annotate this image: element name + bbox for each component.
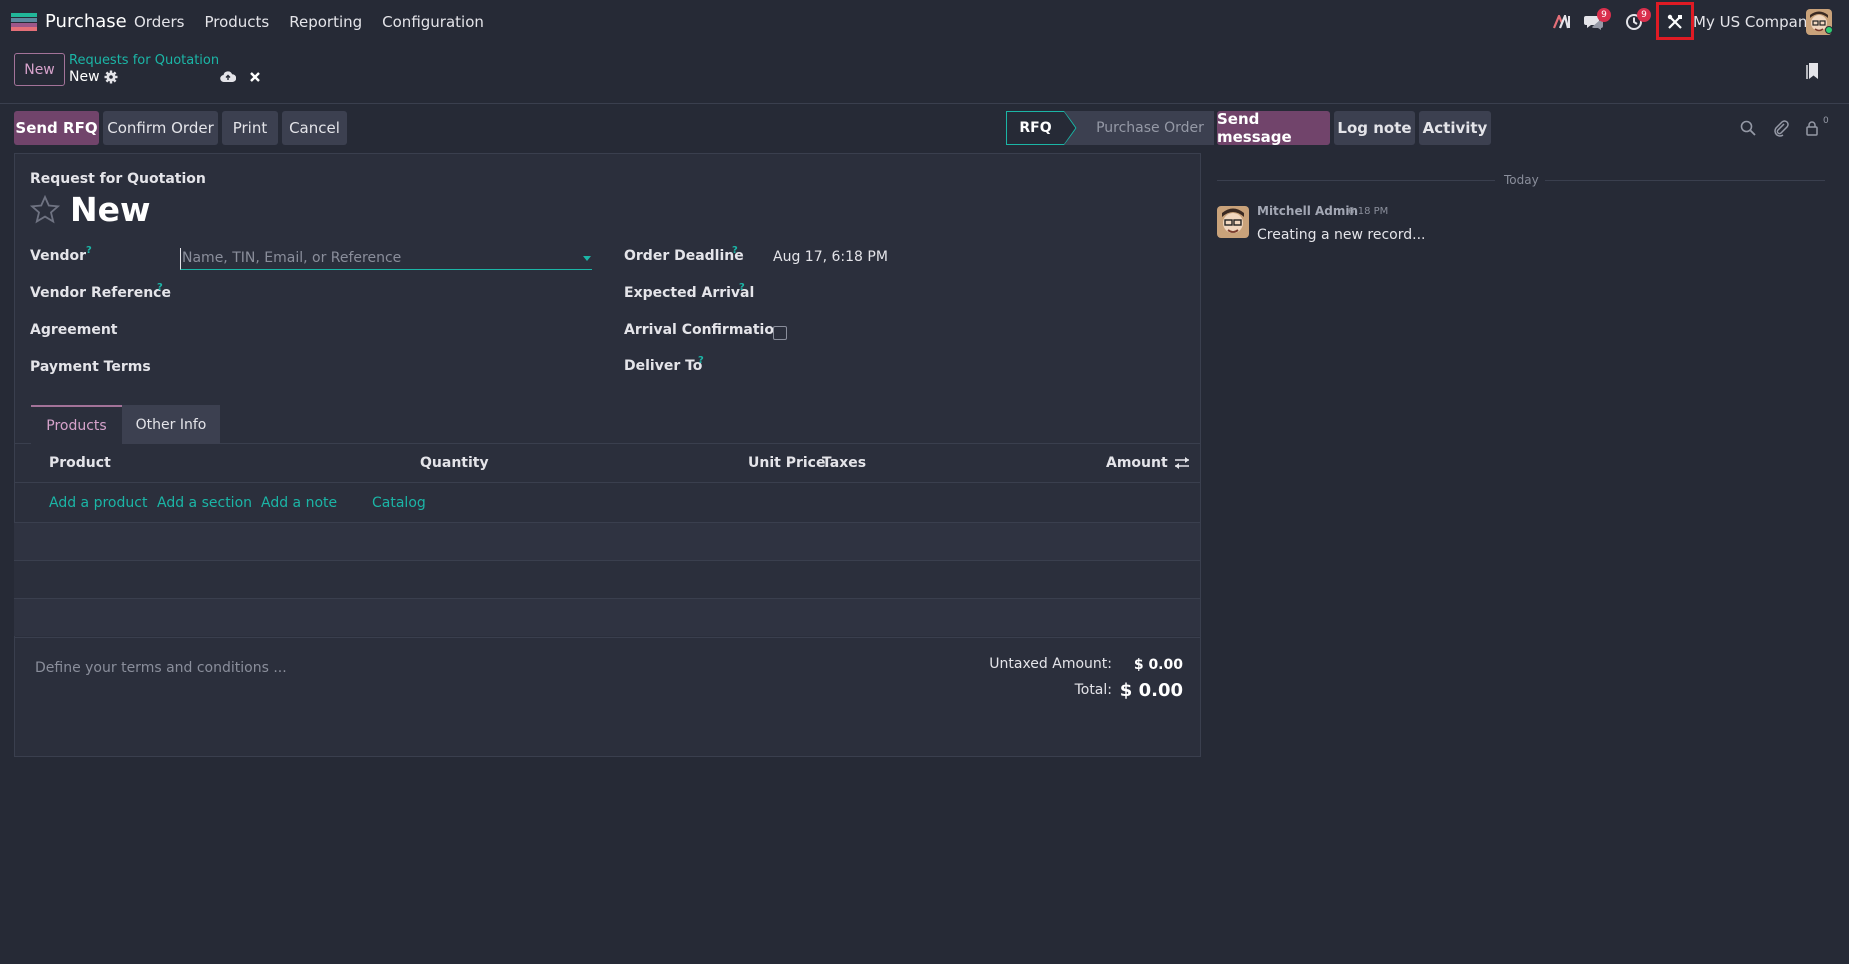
online-status-dot [1825, 26, 1833, 34]
confirm-order-button[interactable]: Confirm Order [103, 111, 218, 145]
table-row-divider [14, 637, 1200, 638]
activity-clock-icon[interactable]: 9 [1623, 8, 1651, 33]
star-priority-icon[interactable] [30, 195, 60, 225]
save-cloud-icon[interactable] [220, 70, 236, 84]
purchase-app-icon[interactable] [11, 13, 37, 31]
gear-icon[interactable] [104, 70, 118, 84]
catalog-link[interactable]: Catalog [372, 495, 426, 511]
order-deadline-label: Order Deadline [624, 248, 744, 264]
optional-columns-icon[interactable] [1174, 456, 1190, 470]
company-switcher[interactable]: My US Company [1693, 13, 1816, 31]
form-subtitle: Request for Quotation [30, 171, 206, 187]
total-label: Total: [1074, 682, 1112, 698]
arrival-confirmation-checkbox[interactable] [773, 326, 787, 340]
vendor-help-icon[interactable]: ? [86, 245, 92, 256]
agreement-label: Agreement [30, 322, 118, 338]
log-note-button[interactable]: Log note [1334, 111, 1415, 145]
tab-products[interactable]: Products [31, 405, 122, 444]
new-record-button[interactable]: New [14, 53, 65, 86]
cancel-button[interactable]: Cancel [282, 111, 347, 145]
column-quantity[interactable]: Quantity [420, 455, 489, 471]
activity-button[interactable]: Activity [1419, 111, 1491, 145]
table-row [14, 561, 1200, 598]
discuss-badge: 9 [1597, 8, 1611, 22]
date-separator-line [1217, 180, 1495, 181]
table-row [14, 523, 1200, 560]
untaxed-amount-value: $ 0.00 [1133, 657, 1183, 673]
followers-count: 0 [1823, 116, 1829, 126]
message-time: 6:18 PM [1348, 206, 1389, 217]
add-section-link[interactable]: Add a section [157, 495, 252, 511]
paperclip-icon[interactable] [1772, 119, 1790, 137]
main-menu: Orders Products Reporting Configuration [134, 13, 484, 31]
total-value: $ 0.00 [1119, 680, 1183, 701]
table-header-divider [14, 482, 1200, 483]
stage-purchase-order[interactable]: Purchase Order [1078, 111, 1214, 145]
breadcrumb-current: New [69, 69, 100, 85]
discuss-icon[interactable]: 9 [1583, 8, 1611, 33]
breadcrumb-rfq-link[interactable]: Requests for Quotation [69, 53, 219, 68]
vendor-reference-help-icon[interactable]: ? [157, 282, 163, 293]
menu-orders[interactable]: Orders [134, 13, 184, 31]
ai-icon[interactable] [1551, 11, 1573, 33]
tab-other-info[interactable]: Other Info [122, 405, 220, 444]
order-deadline-help-icon[interactable]: ? [732, 245, 738, 256]
activity-badge: 9 [1637, 8, 1651, 22]
print-button[interactable]: Print [222, 111, 278, 145]
column-unit-price[interactable]: Unit Price [748, 455, 825, 471]
menu-configuration[interactable]: Configuration [382, 13, 484, 31]
followers-icon[interactable] [1804, 119, 1822, 137]
deliver-to-label: Deliver To [624, 358, 703, 374]
vendor-reference-label: Vendor Reference [30, 285, 171, 301]
discard-close-icon[interactable] [248, 70, 262, 84]
table-row [14, 599, 1200, 636]
expected-arrival-label: Expected Arrival [624, 285, 755, 301]
add-product-link[interactable]: Add a product [49, 495, 147, 511]
message-author-avatar[interactable] [1217, 206, 1249, 238]
date-separator-line [1545, 180, 1825, 181]
untaxed-amount-label: Untaxed Amount: [989, 656, 1112, 672]
send-message-button[interactable]: Send message [1217, 110, 1330, 146]
terms-conditions-input[interactable]: Define your terms and conditions ... [35, 660, 287, 676]
control-panel-divider [0, 103, 1849, 104]
payment-terms-label: Payment Terms [30, 359, 151, 375]
message-author[interactable]: Mitchell Admin [1257, 204, 1358, 218]
bookmark-icon[interactable] [1806, 62, 1820, 80]
order-deadline-field[interactable]: Aug 17, 6:18 PM [773, 249, 888, 265]
stage-arrow [1064, 111, 1078, 145]
date-separator: Today [1504, 173, 1539, 187]
chevron-down-icon[interactable] [583, 256, 591, 262]
top-navbar: Purchase Orders Products Reporting Confi… [0, 0, 1849, 44]
expected-arrival-help-icon[interactable]: ? [739, 282, 745, 293]
form-title: New [70, 190, 151, 229]
vendor-label: Vendor [30, 248, 87, 264]
column-product[interactable]: Product [49, 455, 111, 471]
stage-rfq[interactable]: RFQ [1006, 111, 1064, 145]
menu-reporting[interactable]: Reporting [289, 13, 362, 31]
deliver-to-help-icon[interactable]: ? [698, 355, 704, 366]
search-icon[interactable] [1739, 119, 1757, 137]
vendor-input[interactable]: Name, TIN, Email, or Reference [180, 248, 592, 270]
add-note-link[interactable]: Add a note [261, 495, 337, 511]
highlight-box [1656, 2, 1694, 40]
send-rfq-button[interactable]: Send RFQ [14, 111, 99, 145]
arrival-confirmation-label: Arrival Confirmation [624, 322, 784, 338]
status-bar: RFQ Purchase Order [1006, 111, 1214, 145]
message-body: Creating a new record... [1257, 227, 1426, 243]
app-name[interactable]: Purchase [45, 11, 127, 32]
menu-products[interactable]: Products [204, 13, 269, 31]
column-taxes[interactable]: Taxes [822, 455, 866, 471]
column-amount[interactable]: Amount [1106, 455, 1168, 471]
